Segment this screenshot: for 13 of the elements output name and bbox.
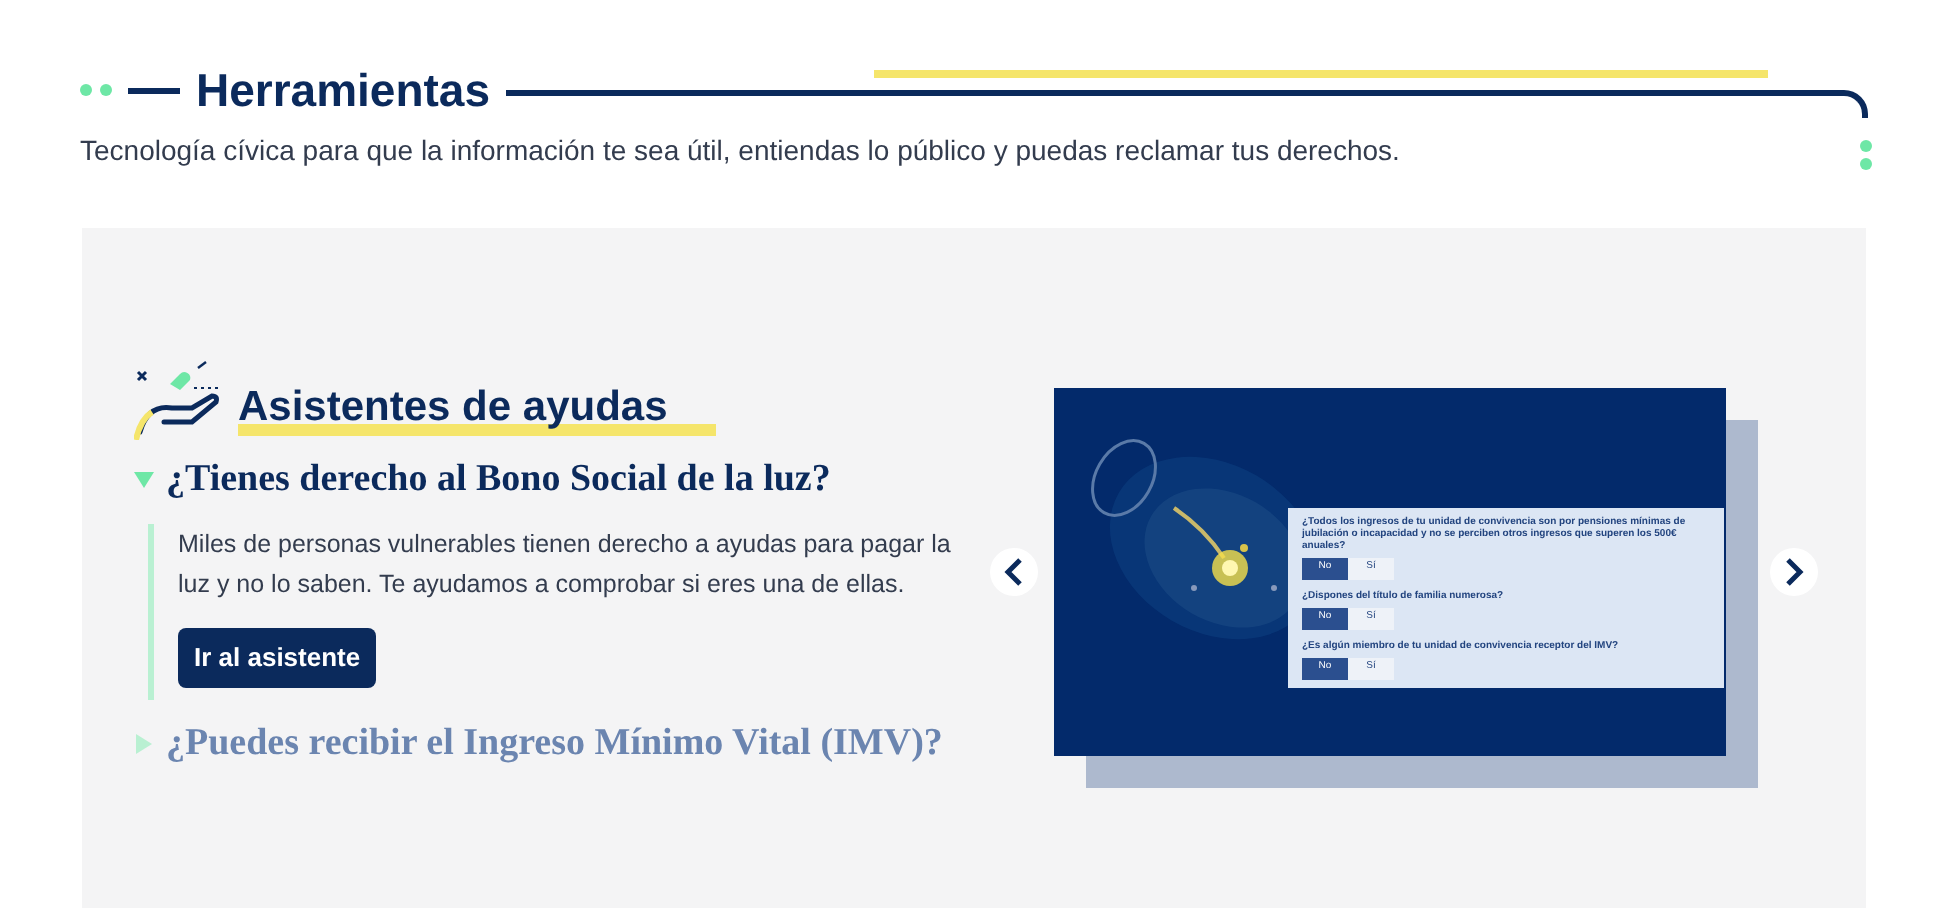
caret-down-icon (134, 469, 154, 490)
item-description: Miles de personas vulnerables tienen derecho a ayudas para pagar la luz y no lo saben. Te ayudamos a comprobar si eres una de ellas. (178, 528, 953, 602)
hand-heart-icon (134, 359, 222, 439)
accordion-header[interactable]: ¿Tienes derecho al Bono Social de la luz? (134, 451, 831, 508)
chevron-right-icon (1782, 557, 1806, 585)
section-title: Herramientas (196, 62, 491, 120)
caret-right-icon (134, 733, 154, 754)
assistants-title: Asistentes de ayudas (238, 382, 668, 434)
next-arrow-button[interactable] (1770, 547, 1818, 595)
section-subtitle: Tecnología cívica para que la información te sea útil, entiendas lo público y puedas reclamar tus derechos. (80, 131, 1400, 170)
previous-arrow-button[interactable] (990, 547, 1038, 595)
chevron-left-icon (1002, 557, 1026, 585)
go-to-assistant-button[interactable]: Ir al asistente (178, 628, 377, 687)
